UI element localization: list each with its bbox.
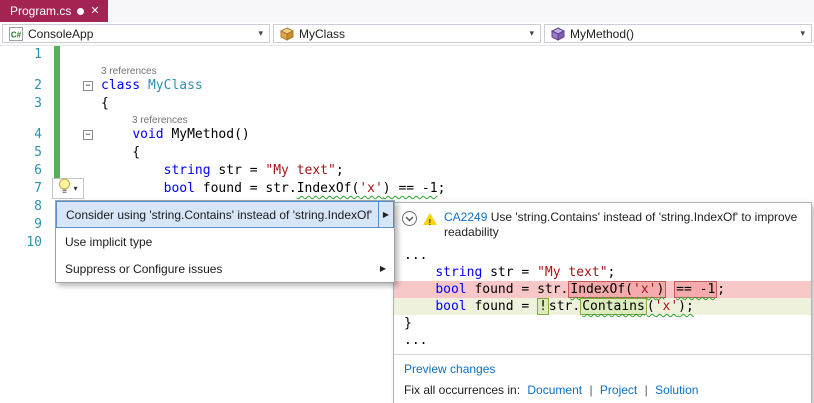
line-number: 5 — [0, 144, 48, 162]
chevron-down-icon: ▾ — [529, 28, 536, 39]
line-number: 1 — [0, 46, 48, 64]
method-icon — [550, 26, 565, 41]
separator: | — [645, 383, 648, 397]
editor-line[interactable]: 2 − class MyClass — [0, 77, 814, 95]
line-number: 8 — [0, 198, 48, 216]
line-number: 9 — [0, 216, 48, 234]
navigation-bar: C# ConsoleApp ▾ MyClass ▾ MyMethod() ▾ — [0, 22, 814, 46]
codelens-row[interactable]: 3 references — [0, 64, 814, 77]
codelens-row[interactable]: 3 references — [0, 113, 814, 126]
member-dropdown[interactable]: MyMethod() ▾ — [544, 24, 812, 43]
preview-changes-link[interactable]: Preview changes — [404, 362, 495, 376]
chevron-down-icon: ▾ — [800, 28, 807, 39]
menu-item-label: Use implicit type — [65, 235, 394, 249]
diagnostic-text: Use 'string.Contains' instead of 'string… — [444, 210, 797, 239]
fix-all-project-link[interactable]: Project — [600, 383, 637, 397]
chevron-down-icon: ▾ — [258, 28, 265, 39]
line-number: 7 — [0, 180, 48, 198]
code-fix-preview-popup: ! CA2249 Use 'string.Contains' instead o… — [393, 202, 812, 403]
diff-line-added: bool found = !str.Contains('x'); — [394, 298, 811, 315]
line-number: 2 — [0, 77, 48, 95]
editor-line[interactable]: 3 { — [0, 95, 814, 113]
project-dropdown[interactable]: C# ConsoleApp ▾ — [2, 24, 270, 43]
popup-header: ! CA2249 Use 'string.Contains' instead o… — [394, 203, 811, 244]
diagnostic-message: CA2249 Use 'string.Contains' instead of … — [444, 210, 801, 240]
class-name: MyClass — [299, 27, 524, 41]
diff-line: } — [394, 315, 811, 332]
chevron-down-icon: ▾ — [73, 184, 77, 193]
project-name: ConsoleApp — [28, 27, 253, 41]
tab-title: Program.cs — [10, 4, 71, 18]
class-dropdown[interactable]: MyClass ▾ — [273, 24, 541, 43]
diff-line: ... — [394, 332, 811, 349]
csharp-project-icon: C# — [8, 26, 23, 41]
editor-line[interactable]: 7 bool found = str.IndexOf('x') == -1; — [0, 180, 814, 198]
tab-program-cs[interactable]: Program.cs ✕ — [0, 0, 108, 22]
separator: | — [589, 383, 592, 397]
line-number: 4 — [0, 126, 48, 144]
editor-line[interactable]: 6 string str = "My text"; — [0, 162, 814, 180]
quick-actions-menu: Consider using 'string.Contains' instead… — [55, 200, 395, 283]
menu-item-label: Suppress or Configure issues — [65, 262, 372, 276]
editor-line[interactable]: 4 − void MyMethod() — [0, 126, 814, 144]
submenu-arrow-icon: ▶ — [372, 264, 394, 273]
collapse-chevron-icon[interactable] — [402, 211, 417, 226]
modified-dot-icon — [77, 8, 84, 15]
fix-all-document-link[interactable]: Document — [527, 383, 582, 397]
lightbulb-icon — [58, 178, 71, 199]
diff-line-removed: bool found = str.IndexOf('x') == -1; — [394, 281, 811, 298]
popup-footer: Preview changes Fix all occurrences in: … — [394, 354, 811, 403]
class-icon — [279, 26, 294, 41]
line-number: 6 — [0, 162, 48, 180]
fix-all-label: Fix all occurrences in: — [404, 383, 520, 397]
submenu-arrow-icon[interactable]: ▶ — [378, 202, 393, 227]
diff-line: string str = "My text"; — [394, 264, 811, 281]
fix-all-solution-link[interactable]: Solution — [655, 383, 698, 397]
diagnostic-id-link[interactable]: CA2249 — [444, 210, 487, 224]
collapse-icon[interactable]: − — [83, 81, 93, 91]
collapse-icon[interactable]: − — [83, 130, 93, 140]
line-number: 3 — [0, 95, 48, 113]
close-icon[interactable]: ✕ — [90, 6, 99, 17]
document-tab-bar: Program.cs ✕ — [0, 0, 814, 22]
quick-actions-button[interactable]: ▾ — [52, 178, 84, 199]
menu-item-use-implicit-type[interactable]: Use implicit type — [56, 228, 394, 255]
svg-text:C#: C# — [10, 30, 21, 39]
line-number: 10 — [0, 234, 48, 252]
diff-line: ... — [394, 247, 811, 264]
menu-item-suppress-configure[interactable]: Suppress or Configure issues ▶ — [56, 255, 394, 282]
menu-item-label: Consider using 'string.Contains' instead… — [66, 208, 378, 222]
editor-line[interactable]: 1 — [0, 46, 814, 64]
warning-icon: ! — [423, 212, 438, 226]
method-name: MyMethod() — [570, 27, 795, 41]
diff-preview: ... string str = "My text"; bool found =… — [394, 244, 811, 354]
editor-line[interactable]: 5 { — [0, 144, 814, 162]
vs-editor-window: Program.cs ✕ C# ConsoleApp ▾ MyClass ▾ M… — [0, 0, 814, 403]
menu-item-use-contains[interactable]: Consider using 'string.Contains' instead… — [56, 201, 394, 228]
